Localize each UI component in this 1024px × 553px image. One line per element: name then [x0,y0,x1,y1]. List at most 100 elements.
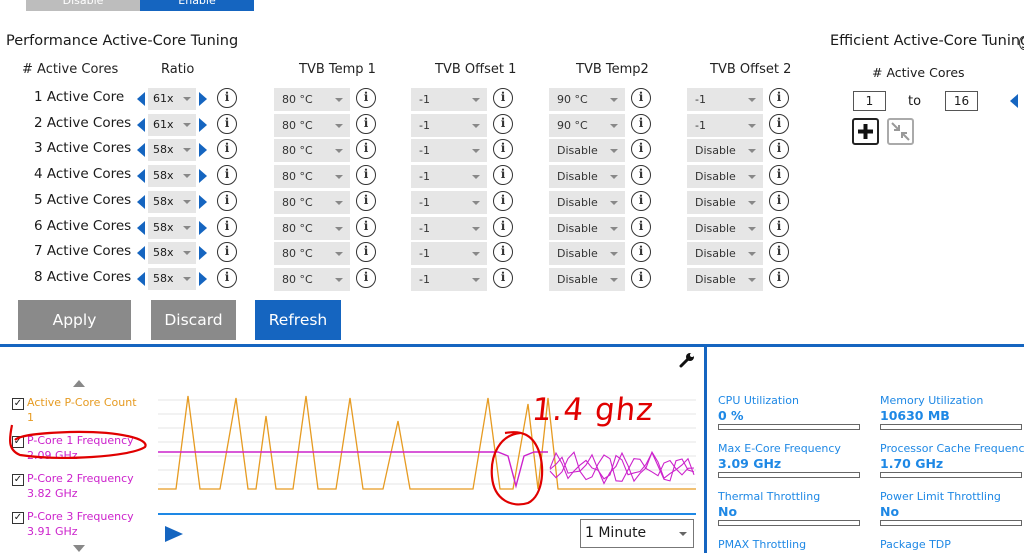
ratio-stepper[interactable]: 58x [137,190,207,213]
time-range-select[interactable]: 1 Minute [580,519,694,548]
tvb-offset2-info-icon[interactable]: i [769,267,789,288]
ratio-stepper[interactable]: 58x [137,216,207,239]
ratio-decrease-arrow-icon[interactable] [137,92,145,106]
tvb-offset2-select[interactable]: Disable [687,139,763,163]
tvb-offset1-info-icon[interactable]: i [493,267,513,288]
tvb-offset2-info-icon[interactable]: i [769,165,789,186]
ratio-increase-arrow-icon[interactable] [199,92,207,106]
ratio-stepper[interactable]: 58x [137,242,207,265]
tvb-offset2-info-icon[interactable]: i [769,216,789,237]
efficient-range-from-input[interactable]: 1 [853,91,886,111]
tvb-temp1-info-icon[interactable]: i [356,190,376,211]
tvb-offset1-select[interactable]: -1 [411,216,487,240]
add-row-button[interactable] [852,118,879,145]
toggle-enable-option[interactable]: Enable [140,0,254,11]
tvb-offset1-info-icon[interactable]: i [493,88,513,108]
ratio-increase-arrow-icon[interactable] [199,117,207,132]
tvb-temp2-info-icon[interactable]: i [631,216,651,237]
tvb-offset1-select[interactable]: -1 [411,113,487,137]
tvb-temp1-info-icon[interactable]: i [356,216,376,237]
legend-scroll-up-icon[interactable] [73,380,85,388]
ratio-decrease-arrow-icon[interactable] [137,143,145,158]
tvb-temp1-info-icon[interactable]: i [356,267,376,288]
ratio-select[interactable]: 58x [148,267,196,290]
tvb-temp1-select[interactable]: 80 °C [274,139,350,163]
ratio-info-icon[interactable]: i [217,267,237,288]
tvb-temp2-select[interactable]: Disable [549,190,625,214]
apply-button[interactable]: Apply [18,300,131,340]
tvb-offset1-info-icon[interactable]: i [493,242,513,263]
ratio-select[interactable]: 58x [148,190,196,213]
ratio-decrease-arrow-icon[interactable] [137,169,145,184]
toggle-disable-option[interactable]: Disable [26,0,140,11]
ratio-increase-arrow-icon[interactable] [199,246,207,261]
tvb-temp2-select[interactable]: 90 °C [549,88,625,111]
tvb-offset2-select[interactable]: -1 [687,88,763,111]
tvb-temp2-info-icon[interactable]: i [631,267,651,288]
tvb-offset2-select[interactable]: Disable [687,190,763,214]
tvb-offset1-info-icon[interactable]: i [493,165,513,186]
ratio-stepper[interactable]: 58x [137,165,207,188]
ratio-stepper[interactable]: 61x [137,113,207,136]
tvb-offset1-info-icon[interactable]: i [493,216,513,237]
tvb-temp1-select[interactable]: 80 °C [274,165,350,189]
discard-button[interactable]: Discard [151,300,236,340]
ratio-select[interactable]: 58x [148,216,196,239]
ratio-info-icon[interactable]: i [217,242,237,263]
tvb-temp2-info-icon[interactable]: i [631,242,651,263]
tvb-temp2-info-icon[interactable]: i [631,139,651,160]
tvb-temp1-select[interactable]: 80 °C [274,216,350,240]
ratio-info-icon[interactable]: i [217,113,237,134]
refresh-button[interactable]: Refresh [255,300,341,340]
ratio-increase-arrow-icon[interactable] [199,169,207,184]
ratio-decrease-arrow-icon[interactable] [137,271,145,286]
ratio-info-icon[interactable]: i [217,88,237,108]
ratio-select[interactable]: 61x [148,88,196,110]
tvb-temp1-select[interactable]: 80 °C [274,242,350,266]
efficient-range-to-input[interactable]: 16 [945,91,978,111]
tvb-temp2-info-icon[interactable]: i [631,88,651,108]
ratio-increase-arrow-icon[interactable] [199,194,207,209]
ratio-stepper[interactable]: 61x [137,88,207,110]
tvb-temp2-select[interactable]: Disable [549,165,625,189]
tvb-temp1-info-icon[interactable]: i [356,88,376,108]
ratio-decrease-arrow-icon[interactable] [137,194,145,209]
tvb-offset1-select[interactable]: -1 [411,242,487,266]
efficient-decrease-arrow-icon[interactable] [1010,94,1018,108]
ratio-select[interactable]: 58x [148,242,196,265]
tvb-offset2-info-icon[interactable]: i [769,242,789,263]
ratio-info-icon[interactable]: i [217,216,237,237]
ratio-increase-arrow-icon[interactable] [199,271,207,286]
tvb-temp1-info-icon[interactable]: i [356,242,376,263]
tvb-temp1-select[interactable]: 80 °C [274,267,350,291]
collapse-button[interactable] [887,118,914,145]
tvb-temp2-select[interactable]: 90 °C [549,113,625,137]
tvb-temp2-select[interactable]: Disable [549,139,625,163]
efficient-info-icon[interactable] [1019,36,1024,50]
tvb-temp1-select[interactable]: 80 °C [274,113,350,137]
tvb-temp1-info-icon[interactable]: i [356,165,376,186]
tvb-offset1-select[interactable]: -1 [411,165,487,189]
ratio-stepper[interactable]: 58x [137,139,207,162]
ratio-decrease-arrow-icon[interactable] [137,117,145,132]
tvb-temp2-select[interactable]: Disable [549,267,625,291]
tvb-offset1-info-icon[interactable]: i [493,190,513,211]
tvb-offset2-select[interactable]: Disable [687,165,763,189]
tvb-offset2-info-icon[interactable]: i [769,88,789,108]
tvb-temp1-info-icon[interactable]: i [356,113,376,134]
tvb-offset2-select[interactable]: Disable [687,242,763,266]
ratio-stepper[interactable]: 58x [137,267,207,290]
tvb-offset2-info-icon[interactable]: i [769,113,789,134]
tvb-offset1-info-icon[interactable]: i [493,139,513,160]
ratio-select[interactable]: 58x [148,139,196,162]
ratio-increase-arrow-icon[interactable] [199,220,207,235]
tvb-offset2-select[interactable]: Disable [687,267,763,291]
tvb-offset1-select[interactable]: -1 [411,88,487,111]
ratio-info-icon[interactable]: i [217,165,237,186]
ratio-select[interactable]: 61x [148,113,196,136]
ratio-decrease-arrow-icon[interactable] [137,246,145,261]
wrench-icon[interactable] [679,352,695,368]
tvb-temp2-select[interactable]: Disable [549,242,625,266]
tvb-temp2-info-icon[interactable]: i [631,165,651,186]
tvb-offset1-select[interactable]: -1 [411,267,487,291]
